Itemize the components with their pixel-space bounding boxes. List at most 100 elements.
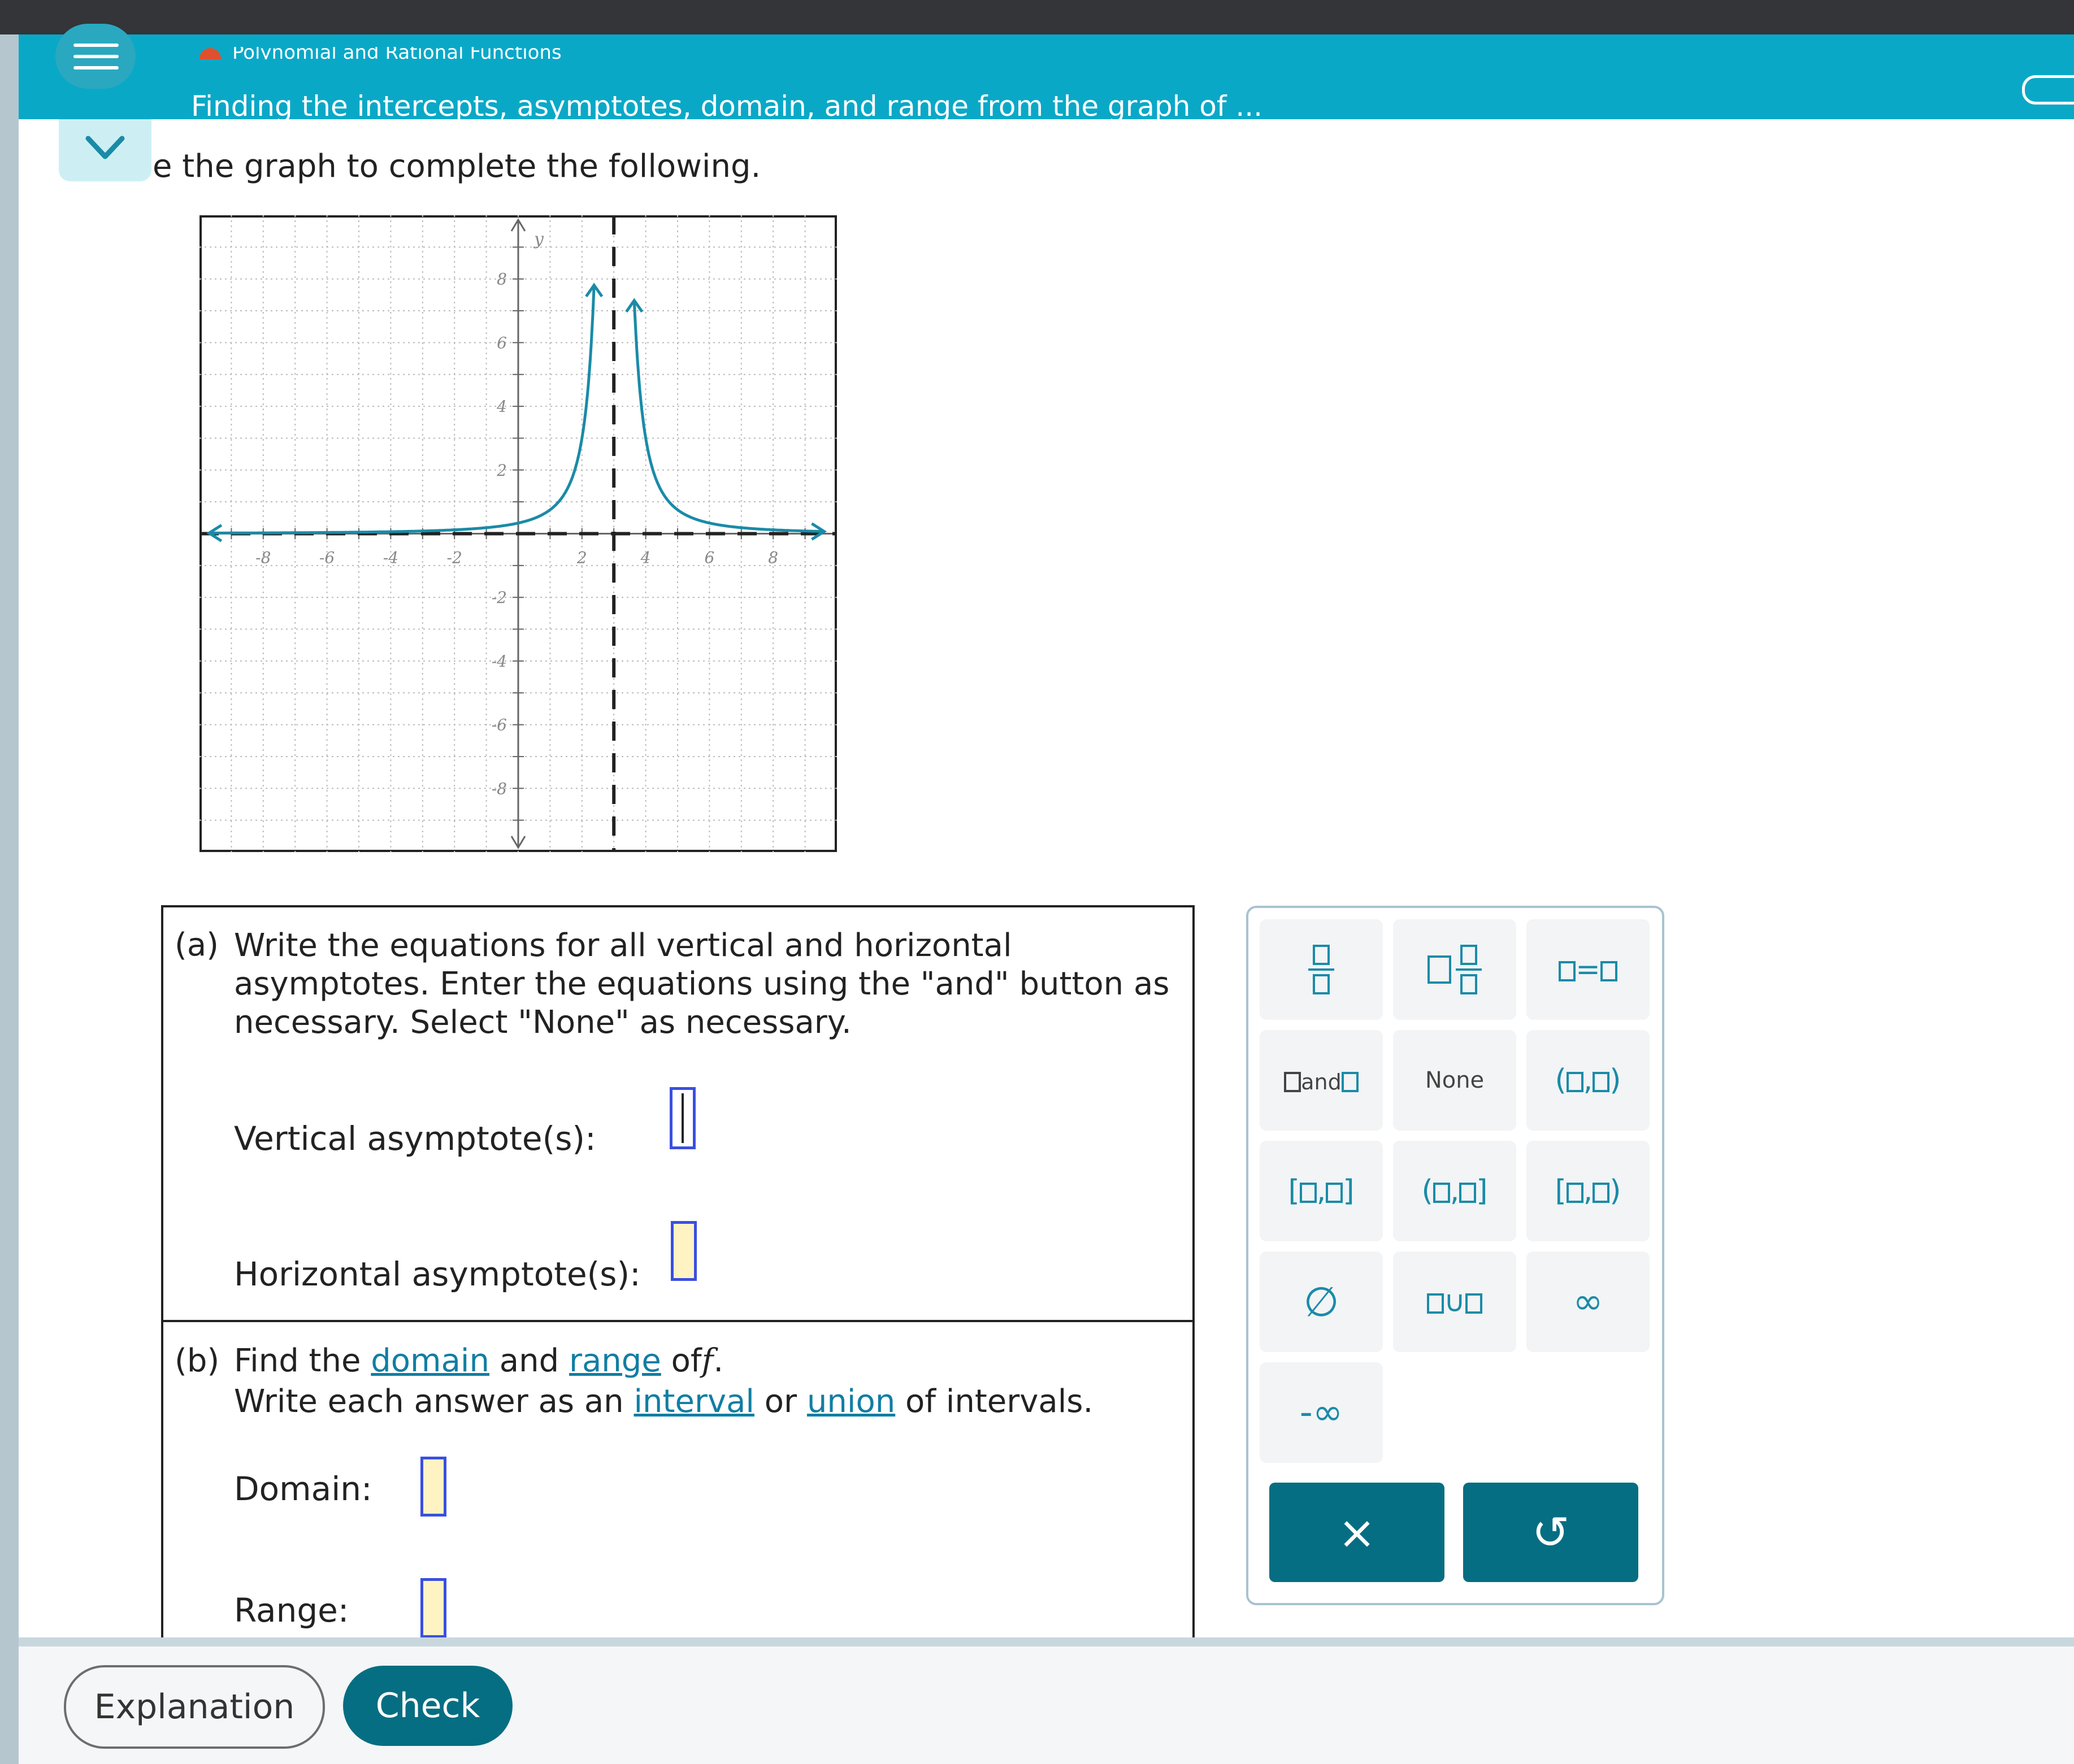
open-interval-icon: (,) <box>1555 1063 1621 1097</box>
question-panel: (a) Write the equations for all vertical… <box>161 905 1195 1642</box>
part-b-line-1: Find the domain and range off. <box>234 1342 723 1379</box>
part-a-prefix: (a) <box>175 927 219 963</box>
y-tick-label: 2 <box>496 461 507 480</box>
math-keypad: = and None (,) [,] (,] [,) ∅ ∪ ∞ -∞ × ↺ <box>1246 906 1664 1605</box>
fraction-numerator-box <box>1313 945 1330 965</box>
mixed-numerator-box <box>1460 945 1477 965</box>
part-b-line-2: Write each answer as an interval or unio… <box>234 1383 1093 1420</box>
empty-set-key[interactable]: ∅ <box>1260 1252 1383 1352</box>
clear-button[interactable]: × <box>1269 1483 1444 1582</box>
and-text: and <box>1301 1070 1342 1094</box>
infinity-key[interactable]: ∞ <box>1526 1252 1650 1352</box>
x-tick-label: -2 <box>447 549 462 567</box>
right-open-interval-icon: [,) <box>1555 1174 1621 1208</box>
open-interval-left-box <box>1566 1072 1583 1092</box>
domain-label: Domain: <box>234 1470 372 1508</box>
left-open-interval-key[interactable]: (,] <box>1393 1141 1516 1241</box>
closed-interval-right-box <box>1326 1183 1343 1203</box>
hamburger-icon <box>73 44 119 47</box>
progress-pill[interactable] <box>2022 75 2074 105</box>
range-label: Range: <box>234 1591 349 1630</box>
range-link[interactable]: range <box>569 1342 661 1379</box>
part-a-line-2: asymptotes. Enter the equations using th… <box>234 966 1170 1002</box>
none-key[interactable]: None <box>1393 1030 1516 1131</box>
and-right-box <box>1341 1072 1359 1092</box>
and-key[interactable]: and <box>1260 1030 1383 1131</box>
fraction-key[interactable] <box>1260 919 1383 1020</box>
union-left-box <box>1426 1293 1444 1314</box>
union-key[interactable]: ∪ <box>1393 1252 1516 1352</box>
fraction-denominator-box <box>1313 974 1330 994</box>
horizontal-asymptote-label: Horizontal asymptote(s): <box>234 1255 641 1293</box>
explanation-button[interactable]: Explanation <box>64 1665 325 1749</box>
vertical-asymptote-input[interactable] <box>670 1087 696 1149</box>
and-icon: and <box>1284 1063 1359 1097</box>
mixed-number-icon <box>1427 945 1482 994</box>
breadcrumb-text: Polynomial and Rational Functions <box>232 47 562 59</box>
check-button[interactable]: Check <box>343 1666 513 1746</box>
x-tick-label: -4 <box>383 549 398 567</box>
undo-button[interactable]: ↺ <box>1463 1483 1638 1582</box>
negative-infinity-key[interactable]: -∞ <box>1260 1362 1383 1463</box>
y-tick-label: -2 <box>492 588 507 607</box>
closed-interval-key[interactable]: [,] <box>1260 1141 1383 1241</box>
y-axis-label: y <box>533 229 544 249</box>
equals-key[interactable]: = <box>1526 919 1650 1020</box>
open-interval-right-box <box>1593 1072 1610 1092</box>
footer-bar <box>19 1646 2074 1764</box>
union-link[interactable]: union <box>807 1383 895 1420</box>
open-interval-comma: , <box>1583 1063 1593 1097</box>
part-a-section: (a) Write the equations for all vertical… <box>163 907 1192 1322</box>
collapse-toggle[interactable] <box>59 119 151 181</box>
union-right-box <box>1465 1293 1483 1314</box>
x-tick-label: 8 <box>768 549 778 567</box>
hamburger-icon-bar <box>73 66 119 69</box>
closed-interval-left-box <box>1299 1183 1317 1203</box>
equals-symbol: = <box>1576 953 1600 987</box>
fraction-bar <box>1308 968 1334 971</box>
y-tick-label: -8 <box>492 779 507 798</box>
right-open-interval-left-box <box>1566 1183 1583 1203</box>
right-open-interval-key[interactable]: [,) <box>1526 1141 1650 1241</box>
mixed-number-key[interactable] <box>1393 919 1516 1020</box>
horizontal-asymptote-input[interactable] <box>671 1221 697 1281</box>
union-icon: ∪ <box>1426 1285 1483 1319</box>
header-bar: Polynomial and Rational Functions Findin… <box>19 34 2074 123</box>
x-tick-label: -6 <box>319 549 335 567</box>
equals-icon: = <box>1559 953 1617 987</box>
hamburger-icon-bar <box>73 55 119 58</box>
part-a-line-1: Write the equations for all vertical and… <box>234 927 1012 964</box>
left-open-interval-right-box <box>1459 1183 1477 1203</box>
domain-link[interactable]: domain <box>371 1342 489 1379</box>
part-b-of-text: of <box>671 1342 702 1379</box>
page-title: Finding the intercepts, asymptotes, doma… <box>191 90 1263 123</box>
domain-input[interactable] <box>420 1457 446 1517</box>
left-open-interval-comma: , <box>1450 1174 1460 1208</box>
equals-left-box <box>1559 961 1576 981</box>
mixed-fraction <box>1456 945 1482 994</box>
open-interval-key[interactable]: (,) <box>1526 1030 1650 1131</box>
browser-top-bar <box>0 0 2074 34</box>
part-b-write-text: Write each answer as an <box>234 1383 624 1420</box>
part-b-of-intervals-text: of intervals. <box>905 1383 1094 1420</box>
union-symbol: ∪ <box>1443 1285 1466 1319</box>
right-open-interval-right-box <box>1593 1183 1610 1203</box>
part-b-period: . <box>713 1342 724 1379</box>
function-graph: -8 -6 -4 -2 2 4 6 8 8 6 4 2 -2 -4 -6 -8 y <box>199 215 837 852</box>
text-cursor <box>682 1093 684 1143</box>
mixed-whole-box <box>1427 955 1451 984</box>
breadcrumb: Polynomial and Rational Functions <box>199 47 657 59</box>
part-b-and-text: and <box>499 1342 559 1379</box>
fraction-icon <box>1308 945 1334 994</box>
progress-dot-icon <box>199 48 221 59</box>
interval-link[interactable]: interval <box>634 1383 754 1420</box>
y-tick-label: 8 <box>497 270 507 289</box>
x-tick-label: 6 <box>704 549 714 567</box>
mixed-fraction-bar <box>1456 968 1482 971</box>
range-input[interactable] <box>420 1578 446 1638</box>
y-tick-label: -6 <box>492 716 507 735</box>
part-b-or-text: or <box>764 1383 797 1420</box>
closed-interval-comma: , <box>1316 1174 1326 1208</box>
menu-button[interactable] <box>55 24 136 89</box>
x-tick-label: 2 <box>576 549 587 567</box>
